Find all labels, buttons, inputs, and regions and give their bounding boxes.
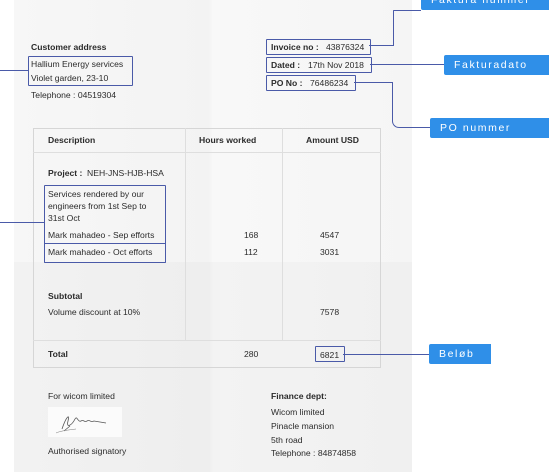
invoice-number-connector-top [393, 10, 421, 11]
customer-connector [0, 70, 28, 71]
invoice-number-connector-up [393, 10, 394, 46]
signature-image [48, 407, 122, 437]
row-1-hours: 168 [244, 230, 259, 240]
amount-tag: Beløb [429, 344, 491, 364]
finance-line-3: 5th road [271, 435, 303, 445]
row-1-amount: 4547 [320, 230, 340, 240]
customer-telephone: Telephone : 04519304 [31, 90, 117, 100]
discount-amount: 7578 [320, 307, 340, 317]
invoice-date-highlight [266, 57, 372, 73]
table-divider-1 [185, 128, 186, 340]
amount-connector [343, 354, 429, 355]
customer-address-heading: Customer address [31, 42, 107, 52]
po-number-tag: PO nummer [430, 118, 549, 138]
po-connector-h1 [354, 82, 392, 83]
finance-line-4: Telephone : 84874858 [271, 448, 357, 458]
invoice-number-highlight [266, 39, 371, 55]
row-2-highlight-box [44, 243, 166, 263]
project-label: Project : [48, 168, 83, 178]
table-header-line [33, 152, 381, 153]
total-label: Total [48, 349, 68, 359]
total-amount-highlight [315, 346, 345, 362]
po-number-highlight [266, 75, 356, 91]
signature-icon [55, 416, 107, 434]
invoice-number-connector [369, 45, 393, 46]
table-total-line [33, 340, 381, 341]
invoice-number-tag: Faktura nummer [421, 0, 549, 10]
col-amount-header: Amount USD [306, 135, 359, 145]
subtotal-label: Subtotal [48, 291, 83, 301]
total-hours: 280 [244, 349, 259, 359]
finance-heading: Finance dept: [271, 391, 327, 401]
po-connector-elbow [392, 82, 431, 128]
finance-line-1: Wicom limited [271, 407, 325, 417]
discount-label: Volume discount at 10% [48, 307, 141, 317]
services-connector [0, 222, 44, 223]
authorised-signatory: Authorised signatory [48, 446, 127, 456]
row-2-amount: 3031 [320, 247, 340, 257]
project-code: NEH-JNS-HJB-HSA [87, 168, 164, 178]
customer-highlight-box [28, 56, 133, 86]
col-hours-header: Hours worked [199, 135, 257, 145]
invoice-date-connector [370, 64, 444, 65]
col-description-header: Description [48, 135, 96, 145]
invoice-date-tag: Fakturadato [444, 55, 549, 75]
footer-company: For wicom limited [48, 391, 115, 401]
finance-line-2: Pinacle mansion [271, 421, 335, 431]
table-divider-2 [282, 128, 283, 340]
row-2-hours: 112 [244, 247, 258, 257]
